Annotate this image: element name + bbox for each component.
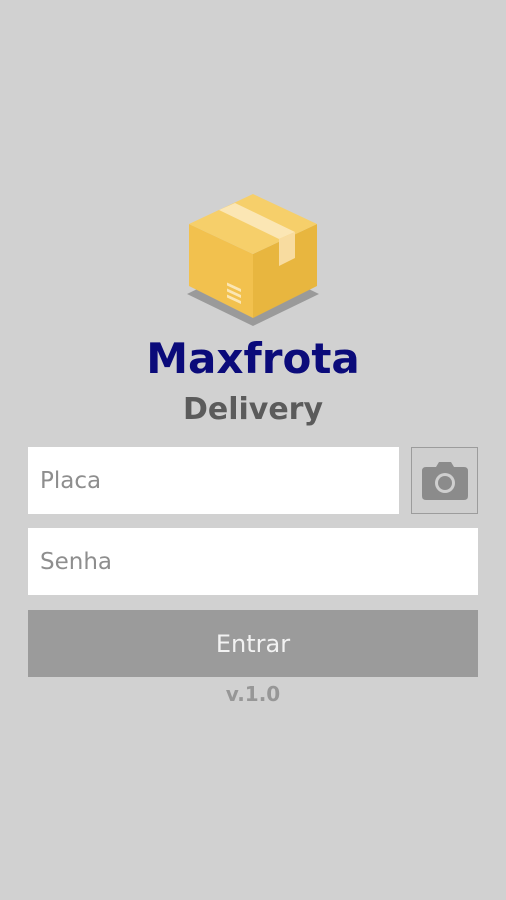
app-subtitle: Delivery <box>182 392 324 427</box>
package-box-icon <box>187 194 319 326</box>
password-input[interactable] <box>28 528 478 595</box>
logo <box>183 190 323 330</box>
camera-icon <box>421 461 468 500</box>
camera-button[interactable] <box>411 447 478 514</box>
plate-input[interactable] <box>28 447 399 514</box>
version-label: v.1.0 <box>225 682 281 706</box>
login-button[interactable]: Entrar <box>28 610 478 677</box>
app-title: Maxfrota <box>146 334 360 383</box>
